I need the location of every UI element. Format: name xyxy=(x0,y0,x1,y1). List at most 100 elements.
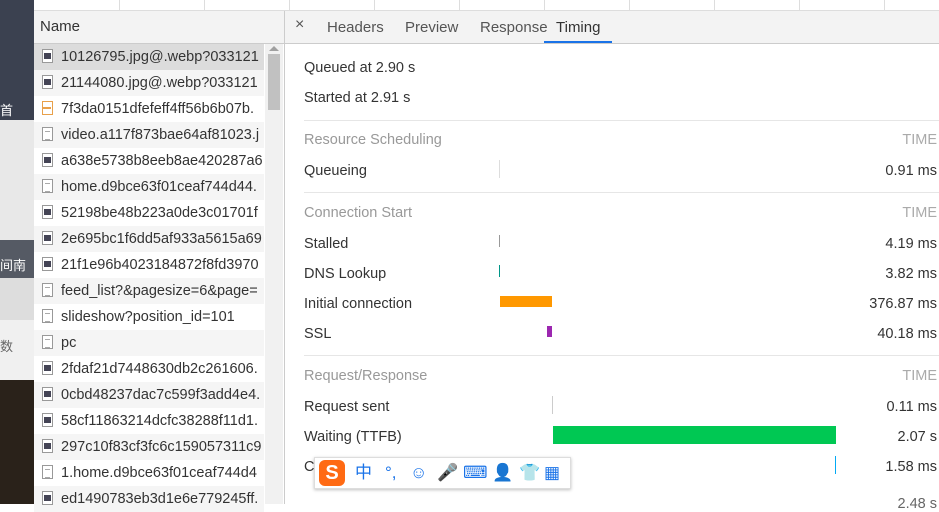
name-column-header[interactable]: Name xyxy=(34,11,284,44)
user-icon[interactable]: 👤 xyxy=(492,462,513,484)
request-name: 21f1e96b4023184872f8fd3970 xyxy=(61,257,259,273)
tab-headers[interactable]: Headers xyxy=(327,11,384,42)
time-column-header: TIME xyxy=(902,205,937,221)
script-file-icon xyxy=(42,101,53,115)
request-name: a638e5738b8eeb8ae420287a6 xyxy=(61,153,263,169)
image-file-icon xyxy=(42,205,53,219)
divider xyxy=(304,120,939,121)
image-file-icon xyxy=(42,153,53,167)
keyboard-icon[interactable]: ⌨ xyxy=(463,462,488,484)
request-row[interactable]: 58cf11863214dcfc38288f11d1. xyxy=(34,408,264,434)
timing-value-queueing: 0.91 ms xyxy=(885,163,937,179)
image-file-icon xyxy=(42,413,53,427)
page-image xyxy=(0,380,34,504)
request-row[interactable]: 1.home.d9bce63f01ceaf744d4 xyxy=(34,460,264,486)
emoji-icon[interactable]: ☺ xyxy=(410,462,427,484)
queueing-bar xyxy=(499,160,500,178)
request-name: 0cbd48237dac7c599f3add4e4. xyxy=(61,387,261,403)
request-row[interactable]: 10126795.jpg@.webp?033121 xyxy=(34,44,264,70)
timing-label-waiting-ttfb: Waiting (TTFB) xyxy=(304,429,402,445)
chinese-mode-icon[interactable]: 中 xyxy=(355,462,372,484)
request-row[interactable]: 297c10f83cf3fc6c159057311c9 xyxy=(34,434,264,460)
timing-label-queueing: Queueing xyxy=(304,163,367,179)
request-name: ed1490783eb3d1e6e779245ff. xyxy=(61,491,259,507)
request-row[interactable]: feed_list?&pagesize=6&page= xyxy=(34,278,264,304)
request-list: 10126795.jpg@.webp?033121 21144080.jpg@.w… xyxy=(34,44,264,512)
request-row[interactable]: 7f3da0151dfefeff4ff56b6b07b. xyxy=(34,96,264,122)
request-row[interactable]: pc xyxy=(34,330,264,356)
document-file-icon xyxy=(42,465,53,479)
timing-value-waiting-ttfb: 2.07 s xyxy=(897,429,938,445)
image-file-icon xyxy=(42,75,53,89)
request-name: 1.home.d9bce63f01ceaf744d4 xyxy=(61,465,257,481)
request-row[interactable]: 21f1e96b4023184872f8fd3970 xyxy=(34,252,264,278)
image-file-icon xyxy=(42,439,53,453)
request-row[interactable]: 0cbd48237dac7c599f3add4e4. xyxy=(34,382,264,408)
timing-value-content-download: 1.58 ms xyxy=(885,459,937,475)
page-text: 间南 xyxy=(0,258,27,273)
request-sent-bar xyxy=(552,396,553,414)
request-name: 21144080.jpg@.webp?033121 xyxy=(61,75,258,91)
request-name: pc xyxy=(61,335,77,351)
image-file-icon xyxy=(42,361,53,375)
document-file-icon xyxy=(42,179,53,193)
tab-preview[interactable]: Preview xyxy=(405,11,458,42)
skin-shirt-icon[interactable]: 👕 xyxy=(519,462,540,484)
request-row[interactable]: 21144080.jpg@.webp?033121 xyxy=(34,70,264,96)
underlying-page-strip: 首 间南 数 xyxy=(0,0,34,504)
waiting-ttfb-bar xyxy=(553,426,836,444)
request-name: video.a117f873bae64af81023.j xyxy=(61,127,260,143)
request-list-scrollbar[interactable] xyxy=(265,44,283,504)
request-row[interactable]: 2fdaf21d7448630db2c261606. xyxy=(34,356,264,382)
request-name: 2e695bc1f6dd5af933a5615a69 xyxy=(61,231,262,247)
image-file-icon xyxy=(42,49,53,63)
request-name: 7f3da0151dfefeff4ff56b6b07b. xyxy=(61,101,254,117)
content-download-bar xyxy=(835,456,836,474)
request-row[interactable]: 2e695bc1f6dd5af933a5615a69 xyxy=(34,226,264,252)
timing-value-request-sent: 0.11 ms xyxy=(886,399,937,415)
dns-lookup-bar xyxy=(499,265,500,277)
request-row[interactable]: ed1490783eb3d1e6e779245ff. xyxy=(34,486,264,512)
section-resource-scheduling: Resource Scheduling xyxy=(304,132,442,148)
started-at-text: Started at 2.91 s xyxy=(304,90,411,106)
scroll-thumb[interactable] xyxy=(268,54,280,110)
timing-content: Queued at 2.90 s Started at 2.91 s Resou… xyxy=(285,44,939,512)
toolbox-icon[interactable]: ▦ xyxy=(544,462,560,484)
microphone-icon[interactable]: 🎤 xyxy=(437,462,458,484)
section-request-response: Request/Response xyxy=(304,368,428,384)
requests-panel: Name 10126795.jpg@.webp?033121 21144080.j… xyxy=(34,11,285,512)
document-file-icon xyxy=(42,309,53,323)
request-row[interactable]: video.a117f873bae64af81023.j xyxy=(34,122,264,148)
scroll-up-arrow-icon[interactable] xyxy=(269,46,279,51)
close-icon[interactable]: × xyxy=(295,16,304,34)
request-name: 297c10f83cf3fc6c159057311c9 xyxy=(61,439,262,455)
document-file-icon xyxy=(42,127,53,141)
image-file-icon xyxy=(42,387,53,401)
overview-strip xyxy=(34,0,939,11)
sogou-logo-icon[interactable]: S xyxy=(319,460,345,486)
request-name: 10126795.jpg@.webp?033121 xyxy=(61,49,259,65)
punctuation-icon[interactable]: °, xyxy=(385,462,397,484)
request-row[interactable]: a638e5738b8eeb8ae420287a6 xyxy=(34,148,264,174)
timing-value-stalled: 4.19 ms xyxy=(885,236,937,252)
ime-toolbar[interactable]: S 中 °, ☺ 🎤 ⌨ 👤 👕 ▦ xyxy=(314,457,571,489)
tab-timing[interactable]: Timing xyxy=(544,11,613,43)
request-row[interactable]: home.d9bce63f01ceaf744d44. xyxy=(34,174,264,200)
timing-label-initial-connection: Initial connection xyxy=(304,296,413,312)
document-file-icon xyxy=(42,335,53,349)
request-details-panel: × Headers Preview Response Timing Queued… xyxy=(285,11,939,512)
initial-connection-bar xyxy=(500,296,552,307)
request-name: 52198be48b223a0de3c01701f xyxy=(61,205,258,221)
time-column-header: TIME xyxy=(902,132,937,148)
request-row[interactable]: 52198be48b223a0de3c01701f xyxy=(34,200,264,226)
timing-label-request-sent: Request sent xyxy=(304,399,390,415)
section-connection-start: Connection Start xyxy=(304,205,413,221)
request-row[interactable]: slideshow?position_id=101 xyxy=(34,304,264,330)
image-file-icon xyxy=(42,257,53,271)
timing-label-dns-lookup: DNS Lookup xyxy=(304,266,387,282)
request-name: 58cf11863214dcfc38288f11d1. xyxy=(61,413,258,429)
page-text: 首 xyxy=(0,103,14,118)
timing-value-dns-lookup: 3.82 ms xyxy=(885,266,937,282)
details-tabbar: × Headers Preview Response Timing xyxy=(285,11,939,44)
tab-response[interactable]: Response xyxy=(480,11,548,42)
